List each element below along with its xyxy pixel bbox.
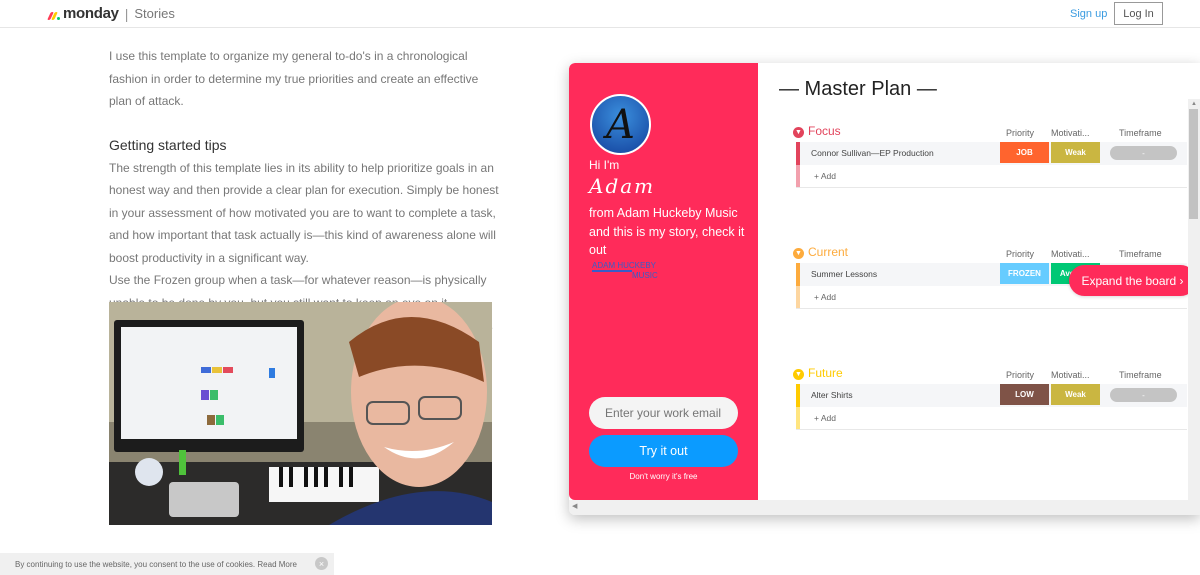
- scroll-up-icon[interactable]: ▲: [1191, 101, 1197, 107]
- avatar-letter: A: [606, 101, 635, 148]
- group-color-bar: [796, 286, 800, 308]
- story-photo: [109, 302, 492, 525]
- try-it-out-button[interactable]: Try it out: [589, 435, 738, 467]
- add-item-button[interactable]: + Add: [814, 171, 836, 181]
- scroll-left-icon[interactable]: ◀: [572, 502, 577, 510]
- add-item-row[interactable]: + Add: [796, 165, 1187, 188]
- timeframe-pill[interactable]: -: [1110, 146, 1177, 160]
- group-header: ▼ Current Priority Motivati... Timeframe: [791, 243, 1187, 263]
- horizontal-scrollbar[interactable]: ◀: [569, 500, 1200, 515]
- profile-name: Adam: [589, 174, 656, 198]
- add-item-button[interactable]: + Add: [814, 292, 836, 302]
- priority-status-cell[interactable]: JOB: [1000, 142, 1049, 163]
- cookie-message: By continuing to use the website, you co…: [15, 560, 256, 569]
- add-item-button[interactable]: + Add: [814, 413, 836, 423]
- column-header-timeframe[interactable]: Timeframe: [1119, 249, 1162, 259]
- group-header: ▼ Future Priority Motivati... Timeframe: [791, 364, 1187, 384]
- column-header-priority[interactable]: Priority: [1006, 128, 1034, 138]
- group-color-bar: [796, 407, 800, 429]
- group-color-bar: [796, 142, 800, 165]
- group-header: ▼ Focus Priority Motivati... Timeframe: [791, 122, 1187, 142]
- collapse-group-icon[interactable]: ▼: [793, 369, 804, 380]
- column-header-timeframe[interactable]: Timeframe: [1119, 128, 1162, 138]
- close-icon[interactable]: ×: [315, 557, 328, 570]
- priority-status-cell[interactable]: FROZEN: [1000, 263, 1049, 284]
- log-in-button[interactable]: Log In: [1114, 2, 1163, 25]
- column-header-timeframe[interactable]: Timeframe: [1119, 370, 1162, 380]
- tip-paragraph: The strength of this template lies in it…: [109, 160, 499, 265]
- board-preview-widget: A Hi I'm Adam from Adam Huckeby Music an…: [569, 63, 1200, 515]
- column-header-priority[interactable]: Priority: [1006, 370, 1034, 380]
- motivation-status-cell[interactable]: Weak: [1051, 142, 1100, 163]
- item-name[interactable]: Connor Sullivan—EP Production: [811, 148, 934, 158]
- vertical-scrollbar[interactable]: ▲: [1188, 99, 1200, 500]
- cookie-consent-bar: By continuing to use the website, you co…: [0, 553, 334, 575]
- work-email-input[interactable]: [589, 397, 738, 429]
- free-note: Don't worry it's free: [629, 472, 698, 481]
- tips-heading: Getting started tips: [109, 136, 227, 153]
- column-header-priority[interactable]: Priority: [1006, 249, 1034, 259]
- avatar: A: [590, 94, 651, 155]
- collapse-group-icon[interactable]: ▼: [793, 127, 804, 138]
- board-area: — Master Plan — ▼ Focus Priority Motivati..…: [758, 63, 1200, 500]
- profile-story-text: from Adam Huckeby Music and this is my s…: [589, 206, 745, 257]
- column-header-motivation[interactable]: Motivati...: [1051, 370, 1090, 380]
- add-item-row[interactable]: + Add: [796, 407, 1187, 430]
- timeframe-pill[interactable]: -: [1110, 388, 1177, 402]
- board-title: — Master Plan —: [779, 78, 937, 100]
- column-header-motivation[interactable]: Motivati...: [1051, 249, 1090, 259]
- scrollbar-thumb[interactable]: [1189, 109, 1198, 219]
- motivation-status-cell[interactable]: Weak: [1051, 384, 1100, 405]
- group-color-bar: [796, 263, 800, 286]
- table-row[interactable]: Alter Shirts LOW Weak -: [796, 384, 1187, 407]
- sign-up-link[interactable]: Sign up: [1070, 8, 1107, 20]
- table-row[interactable]: Connor Sullivan—EP Production JOB Weak -: [796, 142, 1187, 165]
- group-name[interactable]: Current: [808, 245, 848, 259]
- intro-paragraph: I use this template to organize my gener…: [109, 49, 479, 108]
- collapse-group-icon[interactable]: ▼: [793, 248, 804, 259]
- column-header-motivation[interactable]: Motivati...: [1051, 128, 1090, 138]
- group-color-bar: [796, 165, 800, 187]
- section-name: Stories: [134, 6, 175, 21]
- story-article: I use this template to organize my gener…: [109, 45, 499, 337]
- greeting-text: Hi I'm: [589, 158, 620, 172]
- monday-logo[interactable]: monday | Stories: [47, 5, 175, 22]
- brand-name: monday: [63, 5, 119, 22]
- logo-separator: |: [124, 5, 129, 22]
- priority-status-cell[interactable]: LOW: [1000, 384, 1049, 405]
- group-color-bar: [796, 384, 800, 407]
- read-more-link[interactable]: Read More: [257, 560, 297, 569]
- item-name[interactable]: Alter Shirts: [811, 390, 853, 400]
- expand-board-button[interactable]: Expand the board ›: [1069, 265, 1196, 296]
- music-brand-logo: ADAM HUCKEBY MUSIC: [592, 261, 658, 280]
- top-navigation-bar: monday | Stories Sign up Log In: [0, 0, 1200, 28]
- group-name[interactable]: Future: [808, 366, 843, 380]
- profile-panel: A Hi I'm Adam from Adam Huckeby Music an…: [569, 63, 758, 500]
- monday-logo-icon: [47, 8, 60, 20]
- board-group: ▼ Future Priority Motivati... Timeframe Alter…: [791, 364, 1187, 430]
- group-name[interactable]: Focus: [808, 124, 841, 138]
- item-name[interactable]: Summer Lessons: [811, 269, 877, 279]
- board-group: ▼ Focus Priority Motivati... Timeframe Connor…: [791, 122, 1187, 188]
